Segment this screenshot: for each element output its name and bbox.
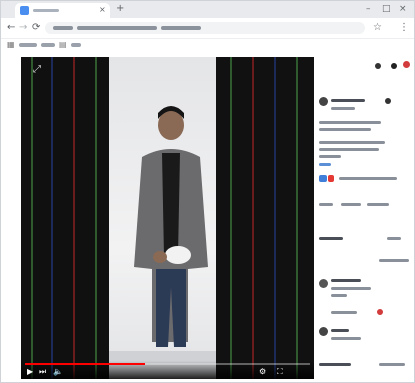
- forward-icon[interactable]: →: [19, 22, 27, 33]
- tab-title-placeholder: [33, 9, 59, 12]
- stripe: [31, 57, 33, 379]
- tab-close-icon[interactable]: ×: [99, 5, 106, 15]
- sort-blur[interactable]: [387, 237, 401, 240]
- commenter-avatar[interactable]: [319, 279, 328, 288]
- url-text-blur: [53, 26, 73, 30]
- folder-icon[interactable]: ▤: [59, 40, 67, 50]
- sort-label-blur: [379, 259, 409, 262]
- like-badge-icon: [328, 175, 334, 182]
- sidebar: [319, 57, 414, 381]
- bookmark-star-icon[interactable]: ☆: [373, 22, 382, 33]
- tab-strip: × + – □ ×: [1, 1, 414, 18]
- comment-blur: [331, 279, 361, 282]
- stripe: [252, 57, 254, 379]
- action-blur[interactable]: [341, 203, 361, 206]
- bookmark-item[interactable]: [41, 43, 55, 47]
- comments-header-blur: [319, 237, 343, 240]
- url-text-blur: [77, 26, 157, 30]
- fullscreen-icon[interactable]: ⛶: [277, 367, 283, 377]
- link-text-blur[interactable]: [339, 177, 397, 180]
- address-bar[interactable]: [45, 22, 365, 34]
- avatar[interactable]: [403, 61, 410, 68]
- expand-icon[interactable]: ⤢: [33, 65, 41, 75]
- channel-avatar[interactable]: [319, 97, 328, 106]
- active-tab[interactable]: ×: [15, 3, 110, 18]
- new-tab-button[interactable]: +: [116, 4, 124, 14]
- speaker-figure: [134, 106, 208, 347]
- meta-blur: [331, 107, 355, 110]
- notifications-icon[interactable]: [375, 63, 381, 69]
- channel-name-blur: [331, 99, 365, 102]
- like-icon[interactable]: [385, 98, 391, 104]
- comment-blur: [331, 294, 347, 297]
- bookmark-item[interactable]: [71, 43, 81, 47]
- play-icon[interactable]: ▶: [27, 367, 33, 377]
- progress-bar[interactable]: [25, 363, 310, 365]
- footer-blur: [319, 363, 351, 366]
- comment-blur: [331, 329, 349, 332]
- browser-window: × + – □ × ← → ⟳ ☆ ⋮ ▦ ▤ ⤢ ▶ ⏭ 🔈 ⚙ ⛶: [0, 0, 415, 383]
- stripe: [230, 57, 232, 379]
- action-blur[interactable]: [367, 203, 389, 206]
- reaction-icon[interactable]: [377, 309, 383, 315]
- minimize-button[interactable]: –: [366, 4, 371, 14]
- description-blur: [319, 155, 341, 158]
- video-player[interactable]: ⤢ ▶ ⏭ 🔈 ⚙ ⛶: [21, 57, 314, 379]
- stripe: [51, 57, 53, 379]
- comment-meta-blur: [331, 311, 357, 314]
- volume-icon[interactable]: 🔈: [53, 367, 63, 377]
- url-text-blur: [161, 26, 201, 30]
- description-blur: [319, 148, 379, 151]
- account-icon[interactable]: [391, 63, 397, 69]
- browser-toolbar: ← → ⟳ ☆ ⋮: [1, 18, 414, 39]
- commenter-avatar[interactable]: [319, 327, 328, 336]
- settings-icon[interactable]: ⚙: [259, 367, 266, 377]
- reload-icon[interactable]: ⟳: [32, 22, 40, 33]
- bookmarks-bar: ▦ ▤: [1, 39, 414, 52]
- left-dark-panel: [21, 57, 109, 379]
- next-icon[interactable]: ⏭: [39, 367, 46, 377]
- right-dark-panel: [216, 57, 314, 379]
- description-blur: [319, 141, 385, 144]
- stripe: [296, 57, 298, 379]
- stripe: [274, 57, 276, 379]
- close-window-button[interactable]: ×: [399, 4, 407, 14]
- description-blur: [319, 128, 371, 131]
- comment-blur: [331, 337, 361, 340]
- browser-menu-icon[interactable]: ⋮: [399, 22, 409, 33]
- bookmark-item[interactable]: [19, 43, 37, 47]
- stripe: [73, 57, 75, 379]
- apps-icon[interactable]: ▦: [7, 40, 15, 50]
- comment-blur: [331, 287, 371, 290]
- progress-fill: [25, 363, 145, 365]
- footer-blur[interactable]: [379, 363, 405, 366]
- stripe: [95, 57, 97, 379]
- hashtag-link[interactable]: [319, 163, 331, 166]
- description-blur: [319, 121, 381, 124]
- action-blur[interactable]: [319, 203, 333, 206]
- player-controls: ▶ ⏭ 🔈 ⚙ ⛶: [21, 361, 314, 379]
- maximize-button[interactable]: □: [382, 4, 391, 14]
- tab-favicon-icon: [20, 6, 29, 15]
- back-icon[interactable]: ←: [7, 22, 15, 33]
- subscribe-icon[interactable]: [319, 175, 327, 182]
